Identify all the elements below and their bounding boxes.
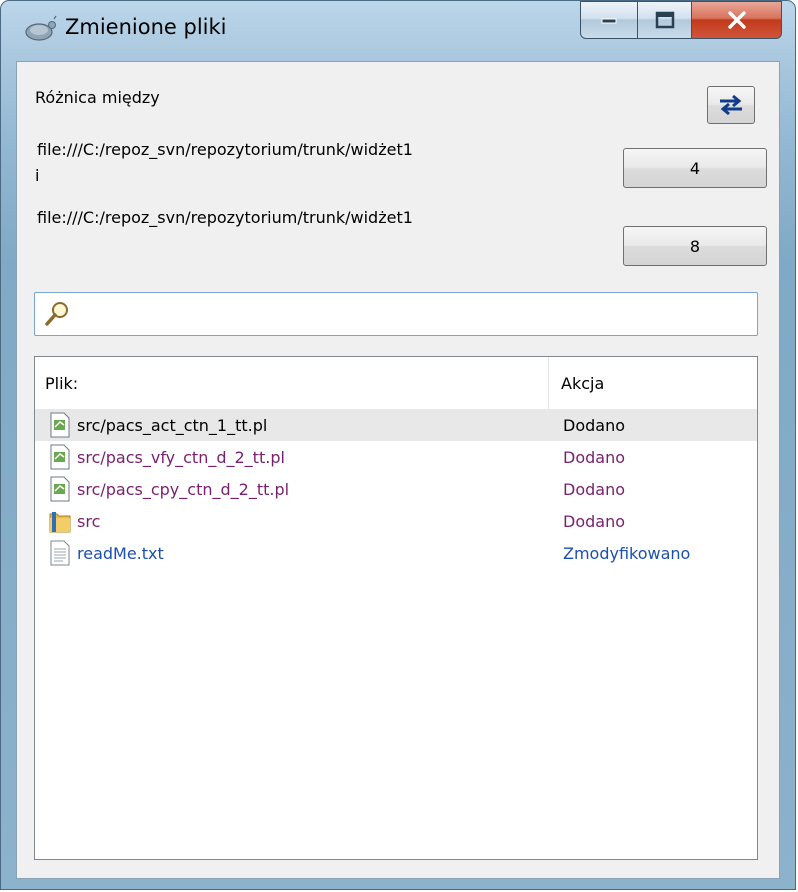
path-to: file:///C:/repoz_svn/repozytorium/trunk/… xyxy=(37,208,413,227)
file-name: src/pacs_vfy_ctn_d_2_tt.pl xyxy=(77,447,285,467)
list-item[interactable]: readMe.txt Zmodyfikowano xyxy=(35,537,757,569)
swap-button[interactable] xyxy=(707,86,755,124)
minimize-button[interactable] xyxy=(580,1,638,39)
swap-arrows-icon xyxy=(720,94,742,116)
file-cell: src/pacs_vfy_ctn_d_2_tt.pl xyxy=(49,441,285,473)
maximize-button[interactable] xyxy=(638,1,692,39)
list-item[interactable]: src Dodano xyxy=(35,505,757,537)
list-header: Plik: Akcja xyxy=(35,357,757,409)
action-cell: Zmodyfikowano xyxy=(563,543,691,563)
perl-file-icon xyxy=(49,444,71,470)
path-from: file:///C:/repoz_svn/repozytorium/trunk/… xyxy=(37,140,413,159)
revision-to-button[interactable]: 8 xyxy=(623,226,767,266)
file-name: src/pacs_cpy_ctn_d_2_tt.pl xyxy=(77,479,290,499)
action-cell: Dodano xyxy=(563,479,625,499)
maximize-icon xyxy=(655,11,674,29)
column-header-file[interactable]: Plik: xyxy=(35,357,549,409)
changed-files-list[interactable]: Plik: Akcja src/pacs_act_ctn_1_tt.pl Doda… xyxy=(34,356,758,860)
folder-icon xyxy=(49,508,71,534)
tortoise-app-icon xyxy=(25,15,57,41)
file-name: src xyxy=(77,511,101,531)
conjunction-label: i xyxy=(35,166,40,185)
list-item[interactable]: src/pacs_vfy_ctn_d_2_tt.pl Dodano xyxy=(35,441,757,473)
window-title: Zmienione pliki xyxy=(65,15,227,39)
perl-file-icon xyxy=(49,476,71,502)
list-item[interactable]: src/pacs_act_ctn_1_tt.pl Dodano xyxy=(35,409,757,441)
text-file-icon xyxy=(49,540,71,566)
file-cell: readMe.txt xyxy=(49,537,164,569)
close-button[interactable] xyxy=(692,1,782,39)
column-header-action[interactable]: Akcja xyxy=(549,357,757,409)
close-icon xyxy=(727,11,746,29)
search-icon xyxy=(45,302,68,326)
file-cell: src/pacs_cpy_ctn_d_2_tt.pl xyxy=(49,473,289,505)
dialog-client-area: Różnica między file:///C:/repoz_svn/repo… xyxy=(16,61,780,879)
action-cell: Dodano xyxy=(563,415,625,435)
list-item[interactable]: src/pacs_cpy_ctn_d_2_tt.pl Dodano xyxy=(35,473,757,505)
file-cell: src/pacs_act_ctn_1_tt.pl xyxy=(49,409,267,441)
file-name: src/pacs_act_ctn_1_tt.pl xyxy=(77,415,268,435)
search-box[interactable] xyxy=(34,292,758,336)
minimize-icon xyxy=(601,18,617,24)
file-cell: src xyxy=(49,505,100,537)
revision-from-button[interactable]: 4 xyxy=(623,148,767,188)
diff-label: Różnica między xyxy=(35,88,160,107)
window-frame: Zmienione pliki Różnica między file:///C… xyxy=(0,0,796,890)
perl-file-icon xyxy=(49,412,71,438)
action-cell: Dodano xyxy=(563,511,625,531)
caption-buttons xyxy=(580,1,782,45)
file-name: readMe.txt xyxy=(77,543,164,563)
action-cell: Dodano xyxy=(563,447,625,467)
